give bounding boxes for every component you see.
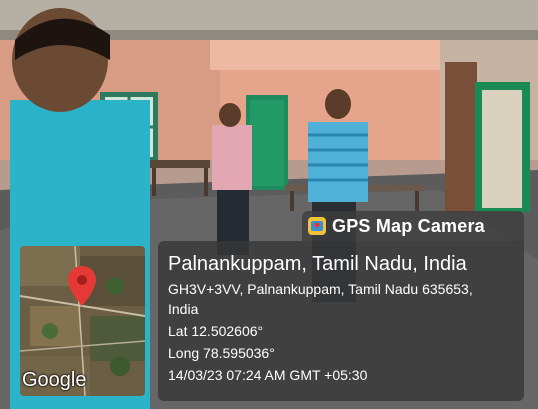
address-line-1: GH3V+3VV, Palnankuppam, Tamil Nadu 63565…: [168, 281, 473, 297]
map-thumbnail: Google: [20, 246, 145, 396]
photo-frame: GPS Map Camera Palnankuppam, Tamil Nadu,…: [0, 0, 538, 409]
app-badge-label: GPS Map Camera: [332, 215, 485, 236]
longitude: Long 78.595036°: [168, 345, 275, 361]
timestamp: 14/03/23 07:24 AM GMT +05:30: [168, 367, 368, 383]
google-logo: Google: [22, 369, 87, 391]
location-info-panel: Palnankuppam, Tamil Nadu, India GH3V+3VV…: [158, 241, 524, 401]
gps-map-camera-badge: GPS Map Camera: [302, 211, 524, 241]
location-title: Palnankuppam, Tamil Nadu, India: [168, 253, 467, 275]
address-line-2: India: [168, 301, 199, 317]
map-pin-icon: [68, 266, 96, 306]
latitude: Lat 12.502606°: [168, 323, 264, 339]
gps-map-camera-icon: [308, 217, 326, 235]
